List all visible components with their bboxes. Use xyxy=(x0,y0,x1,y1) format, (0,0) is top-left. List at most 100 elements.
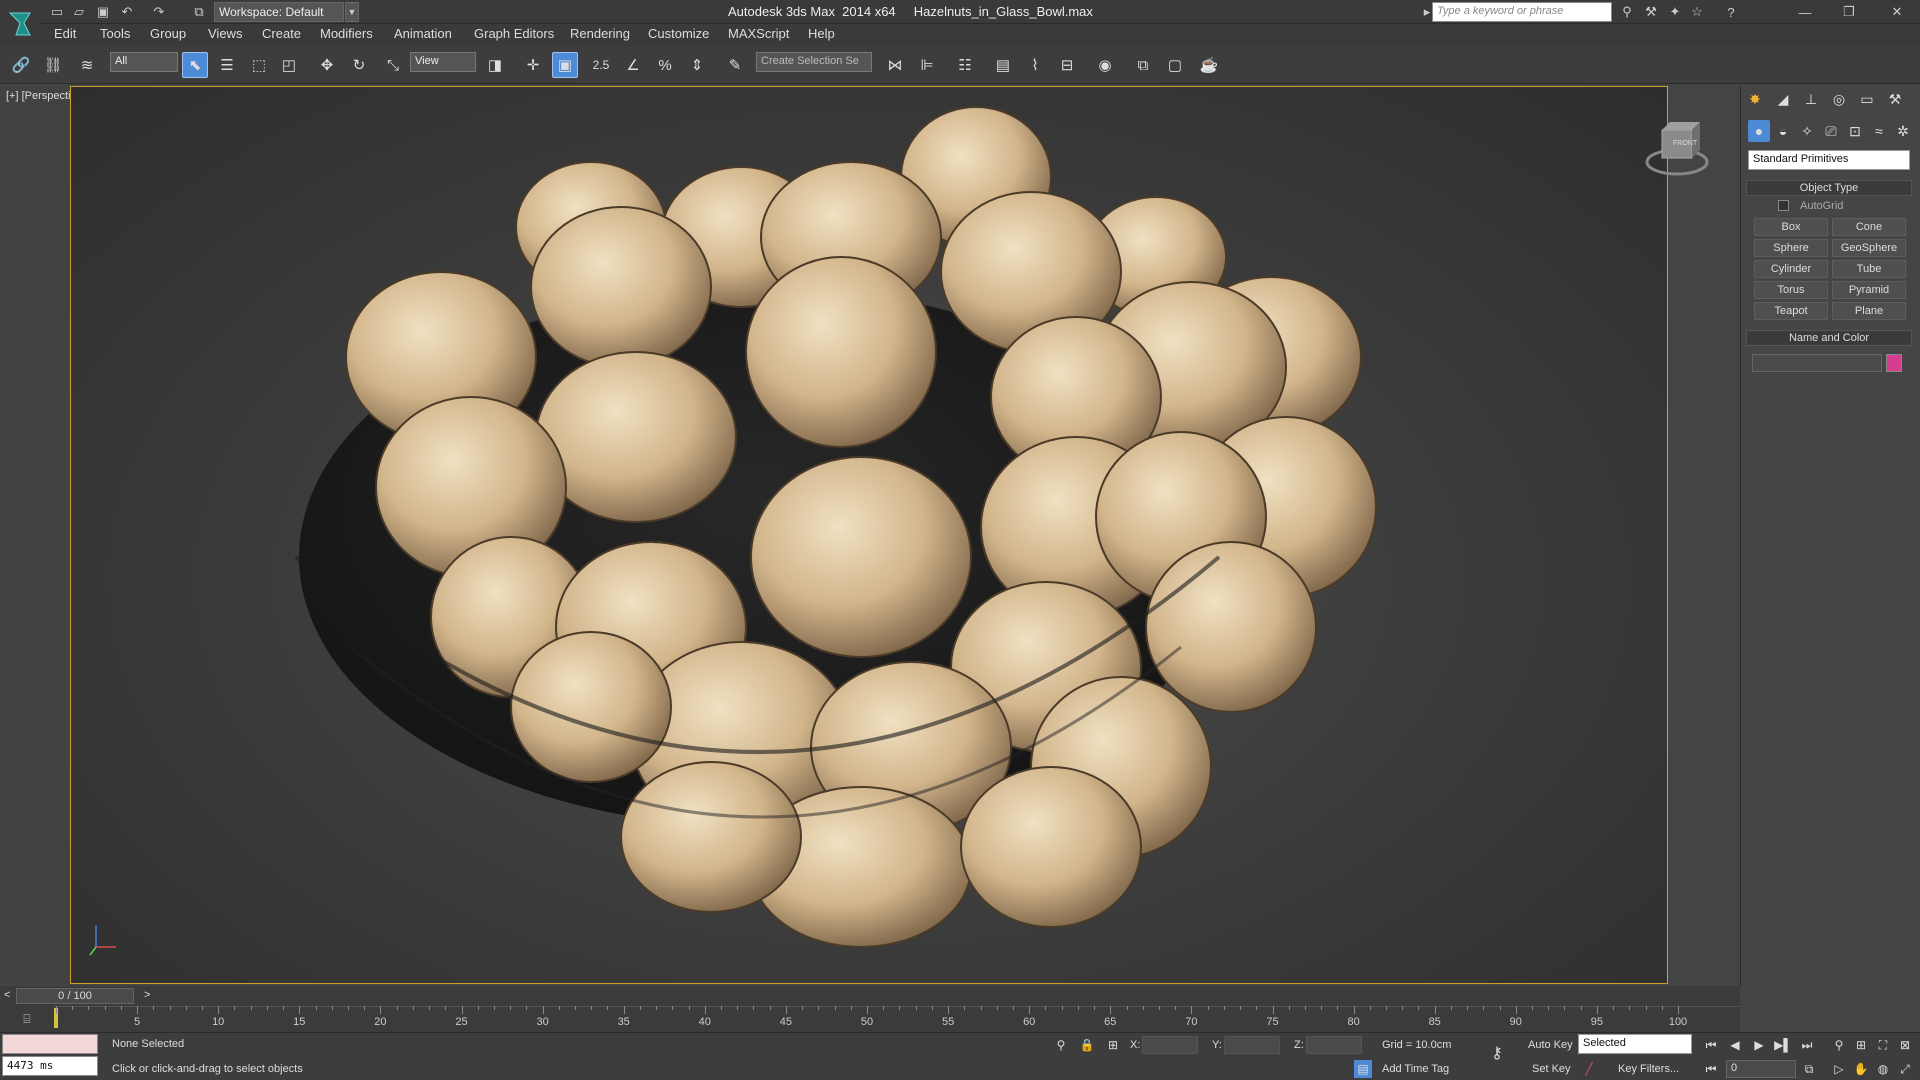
bind-space-warp-icon[interactable]: ≋ xyxy=(74,52,100,78)
menu-modifiers[interactable]: Modifiers xyxy=(320,26,373,41)
track-bar[interactable] xyxy=(54,1006,1740,1032)
torus-button[interactable]: Torus xyxy=(1754,281,1828,299)
name-and-color-rollout-header[interactable]: Name and Color xyxy=(1746,330,1912,346)
close-icon[interactable]: ✕ xyxy=(1888,3,1906,21)
pyramid-button[interactable]: Pyramid xyxy=(1832,281,1906,299)
tube-button[interactable]: Tube xyxy=(1832,260,1906,278)
subscription-icon[interactable]: ⚒ xyxy=(1642,3,1660,21)
teapot-button[interactable]: Teapot xyxy=(1754,302,1828,320)
select-and-scale-icon[interactable]: ⤡ xyxy=(380,52,406,78)
object-category-dropdown[interactable]: Standard Primitives xyxy=(1748,150,1910,170)
menu-animation[interactable]: Animation xyxy=(394,26,452,41)
maximize-viewport-icon[interactable]: ⤢ xyxy=(1896,1060,1914,1078)
display-tab-icon[interactable]: ▭ xyxy=(1856,88,1878,110)
zoom-icon[interactable]: ⚲ xyxy=(1830,1036,1848,1054)
snaps-toggle-icon[interactable]: 2.5 xyxy=(588,52,614,78)
menu-edit[interactable]: Edit xyxy=(54,26,76,41)
maximize-icon[interactable]: ❐ xyxy=(1840,3,1858,21)
select-and-rotate-icon[interactable]: ↻ xyxy=(346,52,372,78)
perspective-viewport[interactable] xyxy=(70,86,1668,984)
select-and-move-icon[interactable]: ✥ xyxy=(314,52,340,78)
previous-frame-icon[interactable]: ◀ xyxy=(1726,1036,1744,1054)
reference-coordinate-dropdown[interactable]: View xyxy=(410,52,476,72)
help-icon[interactable]: ? xyxy=(1722,3,1740,21)
undo-icon[interactable]: ↶ xyxy=(118,3,136,21)
key-mode-dropdown[interactable]: Selected xyxy=(1578,1034,1692,1054)
time-slider-next-icon[interactable]: > xyxy=(144,989,150,1001)
project-folder-icon[interactable]: ⧉ xyxy=(190,3,208,21)
set-key-button[interactable]: Set Key xyxy=(1532,1063,1571,1075)
workspace-dropdown[interactable]: Workspace: Default xyxy=(214,2,344,22)
zoom-all-icon[interactable]: ⊞ xyxy=(1852,1036,1870,1054)
curve-editor-icon[interactable]: ⌇ xyxy=(1022,52,1048,78)
create-tab-icon[interactable]: ✸ xyxy=(1744,88,1766,110)
selection-filter-dropdown[interactable]: All xyxy=(110,52,178,72)
maxscript-listener-pink[interactable] xyxy=(2,1034,98,1054)
auto-key-button[interactable]: Auto Key xyxy=(1528,1039,1573,1051)
named-selection-sets-dropdown[interactable]: Create Selection Se xyxy=(756,52,872,72)
render-production-icon[interactable]: ☕ xyxy=(1196,52,1222,78)
lights-icon[interactable]: ✧ xyxy=(1796,120,1818,142)
rectangular-selection-icon[interactable]: ⬚ xyxy=(246,52,272,78)
layer-manager-icon[interactable]: ☷ xyxy=(952,52,978,78)
menu-rendering[interactable]: Rendering xyxy=(570,26,630,41)
sphere-button[interactable]: Sphere xyxy=(1754,239,1828,257)
menu-views[interactable]: Views xyxy=(208,26,242,41)
shapes-icon[interactable]: ◒ xyxy=(1772,120,1794,142)
autogrid-checkbox[interactable] xyxy=(1778,200,1789,211)
utilities-tab-icon[interactable]: ⚒ xyxy=(1884,88,1906,110)
go-to-end-icon[interactable]: ⏭ xyxy=(1798,1036,1816,1054)
edit-named-selection-icon[interactable]: ✎ xyxy=(722,52,748,78)
communication-center-icon[interactable]: ✦ xyxy=(1666,3,1684,21)
hierarchy-tab-icon[interactable]: ⊥ xyxy=(1800,88,1822,110)
pivot-center-icon[interactable]: ◨ xyxy=(482,52,508,78)
set-key-icon[interactable]: ⚷ xyxy=(1488,1044,1506,1062)
z-coordinate-field[interactable] xyxy=(1306,1036,1362,1054)
menu-create[interactable]: Create xyxy=(262,26,301,41)
systems-icon[interactable]: ✲ xyxy=(1892,120,1914,142)
unlink-icon[interactable]: ⛓ xyxy=(40,52,66,78)
select-and-link-icon[interactable]: 🔗 xyxy=(8,52,34,78)
zoom-extents-all-icon[interactable]: ⊠ xyxy=(1896,1036,1914,1054)
object-name-input[interactable] xyxy=(1752,354,1882,372)
graphite-modeling-icon[interactable]: ▤ xyxy=(990,52,1016,78)
next-frame-icon[interactable]: ▶▌ xyxy=(1774,1036,1792,1054)
new-file-icon[interactable]: ▭ xyxy=(48,3,66,21)
key-filters-button[interactable]: Key Filters... xyxy=(1618,1063,1679,1075)
default-tangent-icon[interactable]: ╱ xyxy=(1580,1060,1598,1078)
menu-help[interactable]: Help xyxy=(808,26,835,41)
time-slider-prev-icon[interactable]: < xyxy=(4,989,10,1001)
percent-snap-icon[interactable]: % xyxy=(652,52,678,78)
isolate-selection-icon[interactable]: ⚲ xyxy=(1052,1036,1070,1054)
space-warps-icon[interactable]: ≈ xyxy=(1868,120,1890,142)
time-slider[interactable] xyxy=(0,986,1740,1006)
select-object-icon[interactable]: ⬉ xyxy=(182,52,208,78)
x-coordinate-field[interactable] xyxy=(1142,1036,1198,1054)
redo-icon[interactable]: ↷ xyxy=(150,3,168,21)
box-button[interactable]: Box xyxy=(1754,218,1828,236)
play-icon[interactable]: ▶ xyxy=(1750,1036,1768,1054)
go-to-start-icon[interactable]: ⏮ xyxy=(1702,1036,1720,1054)
add-time-tag-button[interactable]: Add Time Tag xyxy=(1382,1063,1449,1075)
zoom-extents-icon[interactable]: ⛶ xyxy=(1874,1036,1892,1054)
cylinder-button[interactable]: Cylinder xyxy=(1754,260,1828,278)
cameras-icon[interactable]: ⎚ xyxy=(1820,120,1842,142)
manipulate-icon[interactable]: ✛ xyxy=(520,52,546,78)
material-editor-icon[interactable]: ◉ xyxy=(1092,52,1118,78)
menu-maxscript[interactable]: MAXScript xyxy=(728,26,789,41)
y-coordinate-field[interactable] xyxy=(1224,1036,1280,1054)
select-by-name-icon[interactable]: ☰ xyxy=(214,52,240,78)
time-slider-handle[interactable]: 0 / 100 xyxy=(16,988,134,1004)
object-color-swatch[interactable] xyxy=(1886,354,1902,372)
render-time-field[interactable]: 4473 ms xyxy=(2,1056,98,1076)
menu-graph-editors[interactable]: Graph Editors xyxy=(474,26,554,41)
menu-group[interactable]: Group xyxy=(150,26,186,41)
angle-snap-icon[interactable]: ∠ xyxy=(620,52,646,78)
cone-button[interactable]: Cone xyxy=(1832,218,1906,236)
selection-lock-icon[interactable]: 🔒 xyxy=(1078,1036,1096,1054)
modify-tab-icon[interactable]: ◢ xyxy=(1772,88,1794,110)
workspace-dropdown-arrow-icon[interactable]: ▼ xyxy=(345,2,359,22)
rendered-frame-window-icon[interactable]: ▢ xyxy=(1162,52,1188,78)
viewcube[interactable] xyxy=(1644,116,1710,182)
geometry-icon[interactable]: ● xyxy=(1748,120,1770,142)
